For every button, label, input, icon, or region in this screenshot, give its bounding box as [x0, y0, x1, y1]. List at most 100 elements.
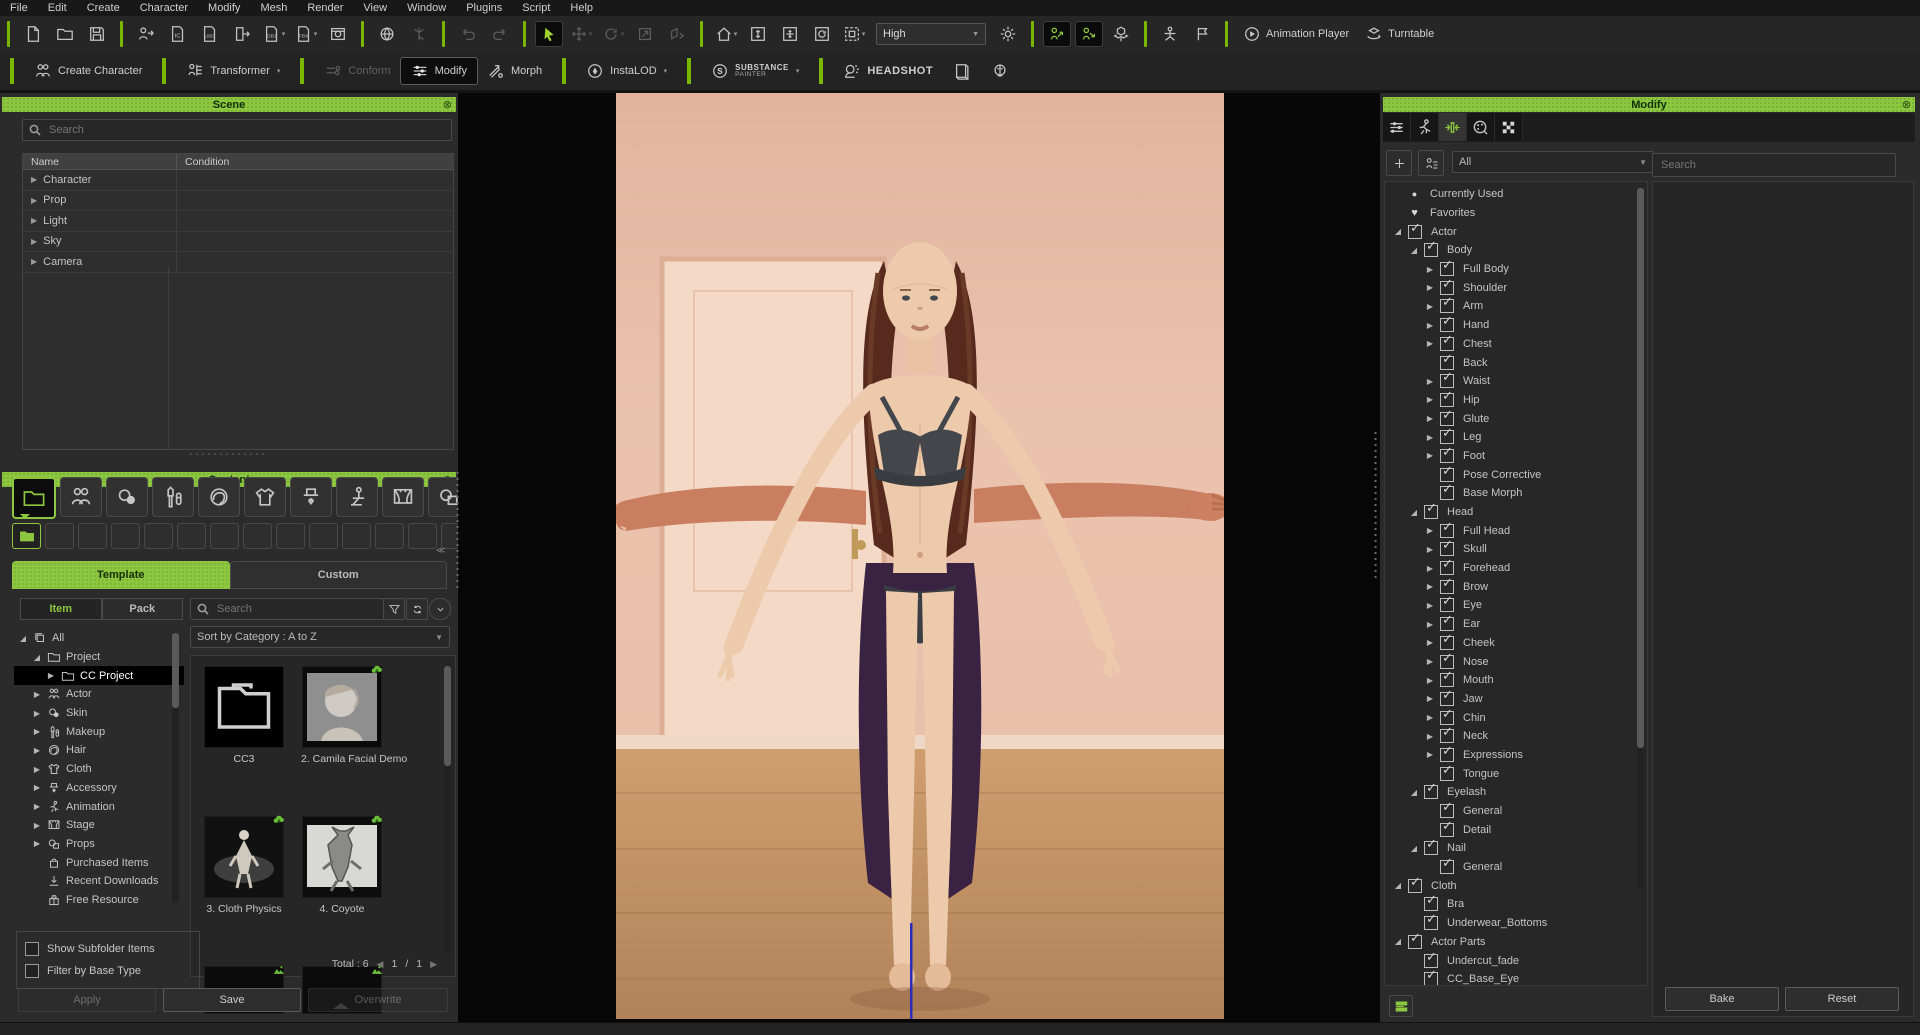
export-obj-icon[interactable]: OBJ▾: [261, 22, 287, 46]
head-mesh-button[interactable]: [981, 58, 1019, 84]
checked-checkbox[interactable]: [1424, 785, 1438, 799]
menu-create[interactable]: Create: [77, 2, 130, 14]
expand-icon[interactable]: ▶: [1425, 564, 1435, 573]
menu-mesh[interactable]: Mesh: [250, 2, 297, 14]
folder-tree-item-skin[interactable]: ▶Skin: [14, 704, 184, 723]
checked-checkbox[interactable]: [1440, 655, 1454, 669]
turntable-button[interactable]: Turntable: [1365, 25, 1434, 43]
expand-icon[interactable]: ▶: [1425, 302, 1435, 311]
modify-panel-header[interactable]: Modify ⊗: [1383, 97, 1915, 112]
checked-checkbox[interactable]: [1440, 561, 1454, 575]
menu-plugins[interactable]: Plugins: [456, 2, 512, 14]
folder-tree-item-makeup[interactable]: ▶Makeup: [14, 722, 184, 741]
expand-icon[interactable]: ▶: [1425, 321, 1435, 330]
expand-icon[interactable]: ▶: [1425, 377, 1435, 386]
content-search-box[interactable]: [190, 598, 384, 620]
expand-icon[interactable]: ▶: [32, 727, 42, 736]
menu-script[interactable]: Script: [512, 2, 560, 14]
content-slot-2[interactable]: [45, 523, 74, 549]
viewport-3d[interactable]: [458, 93, 1380, 1022]
morph-tree-item-shoulder[interactable]: ▶Shoulder: [1385, 278, 1647, 297]
scene-panel-header[interactable]: Scene ⊗: [2, 97, 456, 112]
expand-icon[interactable]: ▶: [1425, 750, 1435, 759]
folder-tree-item-recent-downloads[interactable]: Recent Downloads: [14, 872, 184, 891]
modify-panel-menu-icon[interactable]: ⊗: [1902, 98, 1911, 111]
morph-tree-item-chin[interactable]: ▶Chin: [1385, 708, 1647, 727]
content-library-button[interactable]: [943, 58, 981, 84]
expand-icon[interactable]: ▶: [32, 821, 42, 830]
menu-edit[interactable]: Edit: [38, 2, 77, 14]
morph-tree-scrollbar[interactable]: [1637, 188, 1644, 888]
morph-search-input[interactable]: [1659, 158, 1889, 172]
checked-checkbox[interactable]: [1440, 823, 1454, 837]
folder-tree-item-stage[interactable]: ▶Stage: [14, 816, 184, 835]
expand-icon[interactable]: ◢: [18, 634, 28, 643]
expand-icon[interactable]: ▶: [1425, 620, 1435, 629]
instalod-button[interactable]: InstaLOD▾: [576, 58, 677, 84]
checked-checkbox[interactable]: [1440, 486, 1454, 500]
flag-icon[interactable]: [1189, 22, 1215, 46]
morph-tree-item-eye[interactable]: ▶Eye: [1385, 596, 1647, 615]
transformer-button[interactable]: Transformer▾: [176, 58, 290, 84]
morph-tree-item-underwear-bottoms[interactable]: Underwear_Bottoms: [1385, 914, 1647, 933]
subtab-pack[interactable]: Pack: [102, 598, 184, 620]
morph-tree-item-full-head[interactable]: ▶Full Head: [1385, 521, 1647, 540]
morph-tree-item-expressions[interactable]: ▶Expressions: [1385, 746, 1647, 765]
expand-icon[interactable]: ▶: [32, 709, 42, 718]
expand-icon[interactable]: ▶: [32, 783, 42, 792]
menu-render[interactable]: Render: [297, 2, 353, 14]
checked-checkbox[interactable]: [1440, 356, 1454, 370]
scene-row-light[interactable]: ▶Light: [23, 211, 453, 232]
menu-file[interactable]: File: [0, 2, 38, 14]
checked-checkbox[interactable]: [1440, 692, 1454, 706]
checked-checkbox[interactable]: [1440, 767, 1454, 781]
morph-tree-item-general[interactable]: General: [1385, 802, 1647, 821]
checked-checkbox[interactable]: [1424, 916, 1438, 930]
quality-dropdown[interactable]: High▼: [876, 23, 986, 45]
sort-dropdown[interactable]: Sort by Category : A to Z ▼: [190, 626, 450, 648]
content-slot-12[interactable]: [375, 523, 404, 549]
content-slot-10[interactable]: [309, 523, 338, 549]
expand-icon[interactable]: ▶: [1425, 545, 1435, 554]
scene-row-character[interactable]: ▶Character: [23, 170, 453, 191]
expand-icon[interactable]: ▶: [1425, 265, 1435, 274]
folder-tree-item-animation[interactable]: ▶Animation: [14, 797, 184, 816]
morph-tree-item-hip[interactable]: ▶Hip: [1385, 391, 1647, 410]
expand-icon[interactable]: ◢: [1409, 844, 1419, 853]
render-image-icon[interactable]: [325, 22, 351, 46]
reset-button[interactable]: Reset: [1785, 987, 1899, 1011]
expand-icon[interactable]: ▶: [1425, 451, 1435, 460]
content-category-folder[interactable]: [12, 477, 56, 519]
morph-tree-item-neck[interactable]: ▶Neck: [1385, 727, 1647, 746]
scene-row-sky[interactable]: ▶Sky: [23, 232, 453, 253]
scene-search-box[interactable]: [22, 119, 452, 141]
apply-button[interactable]: Apply: [18, 988, 156, 1012]
scene-table-header[interactable]: Name Condition: [23, 154, 453, 170]
expand-icon[interactable]: ▶: [46, 671, 56, 680]
folder-tree-item-project[interactable]: ◢Project: [14, 648, 184, 667]
content-slot-11[interactable]: [342, 523, 371, 549]
morph-tree-item-actor-parts[interactable]: ◢Actor Parts: [1385, 933, 1647, 952]
collapse-arrows-icon[interactable]: ≪: [436, 545, 445, 556]
checked-checkbox[interactable]: [1440, 598, 1454, 612]
folder-tree-item-all[interactable]: ◢All: [14, 629, 184, 648]
expand-icon[interactable]: ▶: [1425, 713, 1435, 722]
pivot-tool-icon[interactable]: [664, 22, 690, 46]
save-project-icon[interactable]: [84, 22, 110, 46]
checked-checkbox[interactable]: [1440, 729, 1454, 743]
expand-icon[interactable]: ▶: [1425, 339, 1435, 348]
morph-tree-item-foot[interactable]: ▶Foot: [1385, 447, 1647, 466]
expand-icon[interactable]: ▶: [32, 765, 42, 774]
checked-checkbox[interactable]: [1440, 412, 1454, 426]
expand-icon[interactable]: ◢: [1409, 788, 1419, 797]
morph-tree-scrollbar-thumb[interactable]: [1637, 188, 1644, 748]
morph-tree-item-back[interactable]: Back: [1385, 353, 1647, 372]
expand-icon[interactable]: ◢: [1393, 937, 1403, 946]
morph-tree-item-bra[interactable]: Bra: [1385, 895, 1647, 914]
content-category-shirt[interactable]: [244, 477, 286, 517]
reset-camera-icon[interactable]: [745, 22, 771, 46]
expand-icon[interactable]: ▶: [1425, 601, 1435, 610]
morph-tree-item-cheek[interactable]: ▶Cheek: [1385, 634, 1647, 653]
folder-tree-item-cloth[interactable]: ▶Cloth: [14, 760, 184, 779]
folder-tree-item-hair[interactable]: ▶Hair: [14, 741, 184, 760]
